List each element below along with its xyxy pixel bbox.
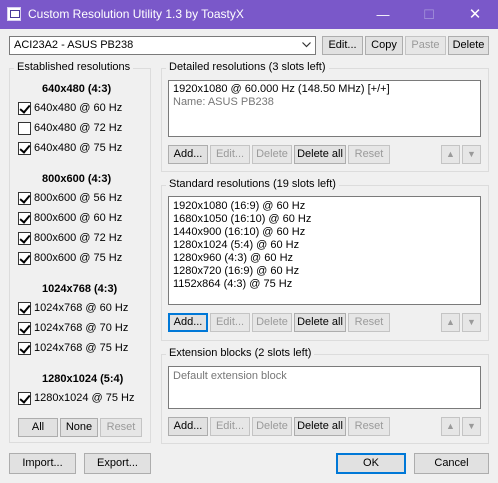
checkbox-label: 800x600 @ 75 Hz xyxy=(34,252,123,264)
established-none-button[interactable]: None xyxy=(60,418,98,437)
detailed-reset-button[interactable]: Reset xyxy=(348,145,390,164)
import-button[interactable]: Import... xyxy=(9,453,76,474)
checkbox-label: 640x480 @ 72 Hz xyxy=(34,122,123,134)
checkbox-label: 640x480 @ 75 Hz xyxy=(34,142,123,154)
arrow-up-icon[interactable]: ▲ xyxy=(441,313,460,332)
established-all-button[interactable]: All xyxy=(18,418,58,437)
monitor-delete-button[interactable]: Delete xyxy=(448,36,489,55)
monitor-edit-button[interactable]: Edit... xyxy=(322,36,363,55)
checkbox[interactable] xyxy=(18,122,31,135)
list-item[interactable]: Default extension block xyxy=(173,370,287,382)
checkbox[interactable] xyxy=(18,232,31,245)
checkbox-label: 800x600 @ 56 Hz xyxy=(34,192,123,204)
list-item[interactable]: 1280x1024 (5:4) @ 60 Hz xyxy=(173,239,299,251)
extension-blocks-list[interactable]: Default extension block xyxy=(168,366,481,409)
standard-edit-button[interactable]: Edit... xyxy=(210,313,250,332)
checkbox[interactable] xyxy=(18,102,31,115)
detailed-delete-button[interactable]: Delete xyxy=(252,145,292,164)
monitor-select[interactable]: ACI23A2 - ASUS PB238 xyxy=(9,36,316,55)
detailed-edit-button[interactable]: Edit... xyxy=(210,145,250,164)
minimize-button[interactable]: — xyxy=(360,0,406,29)
extension-edit-button[interactable]: Edit... xyxy=(210,417,250,436)
extension-delete-all-button[interactable]: Delete all xyxy=(294,417,346,436)
established-reset-button[interactable]: Reset xyxy=(100,418,142,437)
extension-blocks-title: Extension blocks (2 slots left) xyxy=(166,347,315,359)
arrow-down-icon[interactable]: ▼ xyxy=(462,313,481,332)
checkbox-label: 800x600 @ 72 Hz xyxy=(34,232,123,244)
checkbox-label: 1024x768 @ 60 Hz xyxy=(34,302,129,314)
cancel-button[interactable]: Cancel xyxy=(414,453,489,474)
checkbox[interactable] xyxy=(18,212,31,225)
checkbox[interactable] xyxy=(18,392,31,405)
list-item[interactable]: 1920x1080 @ 60.000 Hz (148.50 MHz) [+/+] xyxy=(173,83,390,95)
checkbox[interactable] xyxy=(18,252,31,265)
list-item-name: Name: ASUS PB238 xyxy=(173,96,274,108)
close-button[interactable]: ✕ xyxy=(452,0,498,29)
list-item[interactable]: 1680x1050 (16:10) @ 60 Hz xyxy=(173,213,311,225)
checkbox[interactable] xyxy=(18,302,31,315)
detailed-add-button[interactable]: Add... xyxy=(168,145,208,164)
extension-add-button[interactable]: Add... xyxy=(168,417,208,436)
est-heading-640: 640x480 (4:3) xyxy=(42,83,112,95)
checkbox-label: 800x600 @ 60 Hz xyxy=(34,212,123,224)
standard-add-button[interactable]: Add... xyxy=(168,313,208,332)
monitor-copy-button[interactable]: Copy xyxy=(365,36,403,55)
standard-resolutions-list[interactable]: 1920x1080 (16:9) @ 60 Hz 1680x1050 (16:1… xyxy=(168,196,481,305)
detailed-resolutions-list[interactable]: 1920x1080 @ 60.000 Hz (148.50 MHz) [+/+]… xyxy=(168,80,481,137)
maximize-button[interactable]: ☐ xyxy=(406,0,452,29)
checkbox[interactable] xyxy=(18,322,31,335)
checkbox-label: 1024x768 @ 70 Hz xyxy=(34,322,129,334)
checkbox-label: 1024x768 @ 75 Hz xyxy=(34,342,129,354)
extension-delete-button[interactable]: Delete xyxy=(252,417,292,436)
chevron-down-icon xyxy=(302,42,311,48)
checkbox[interactable] xyxy=(18,142,31,155)
checkbox-label: 1280x1024 @ 75 Hz xyxy=(34,392,135,404)
detailed-resolutions-title: Detailed resolutions (3 slots left) xyxy=(166,61,329,73)
est-heading-1024: 1024x768 (4:3) xyxy=(42,283,118,295)
crt-monitor-icon xyxy=(7,7,21,21)
standard-delete-button[interactable]: Delete xyxy=(252,313,292,332)
checkbox[interactable] xyxy=(18,192,31,205)
list-item[interactable]: 1440x900 (16:10) @ 60 Hz xyxy=(173,226,305,238)
detailed-delete-all-button[interactable]: Delete all xyxy=(294,145,346,164)
ok-button[interactable]: OK xyxy=(336,453,406,474)
arrow-up-icon[interactable]: ▲ xyxy=(441,145,460,164)
est-heading-1280: 1280x1024 (5:4) xyxy=(42,373,124,385)
standard-delete-all-button[interactable]: Delete all xyxy=(294,313,346,332)
list-item[interactable]: 1152x864 (4:3) @ 75 Hz xyxy=(173,278,292,290)
est-heading-800: 800x600 (4:3) xyxy=(42,173,112,185)
monitor-paste-button[interactable]: Paste xyxy=(405,36,446,55)
extension-reset-button[interactable]: Reset xyxy=(348,417,390,436)
window-title: Custom Resolution Utility 1.3 by ToastyX xyxy=(28,7,244,21)
arrow-down-icon[interactable]: ▼ xyxy=(462,145,481,164)
standard-resolutions-title: Standard resolutions (19 slots left) xyxy=(166,178,339,190)
list-item[interactable]: 1920x1080 (16:9) @ 60 Hz xyxy=(173,200,305,212)
list-item[interactable]: 1280x720 (16:9) @ 60 Hz xyxy=(173,265,299,277)
standard-reset-button[interactable]: Reset xyxy=(348,313,390,332)
checkbox[interactable] xyxy=(18,342,31,355)
export-button[interactable]: Export... xyxy=(84,453,151,474)
arrow-up-icon[interactable]: ▲ xyxy=(441,417,460,436)
established-resolutions-title: Established resolutions xyxy=(14,61,134,73)
list-item[interactable]: 1280x960 (4:3) @ 60 Hz xyxy=(173,252,293,264)
checkbox-label: 640x480 @ 60 Hz xyxy=(34,102,123,114)
arrow-down-icon[interactable]: ▼ xyxy=(462,417,481,436)
monitor-select-value: ACI23A2 - ASUS PB238 xyxy=(14,39,134,51)
title-bar[interactable]: Custom Resolution Utility 1.3 by ToastyX… xyxy=(0,0,498,29)
